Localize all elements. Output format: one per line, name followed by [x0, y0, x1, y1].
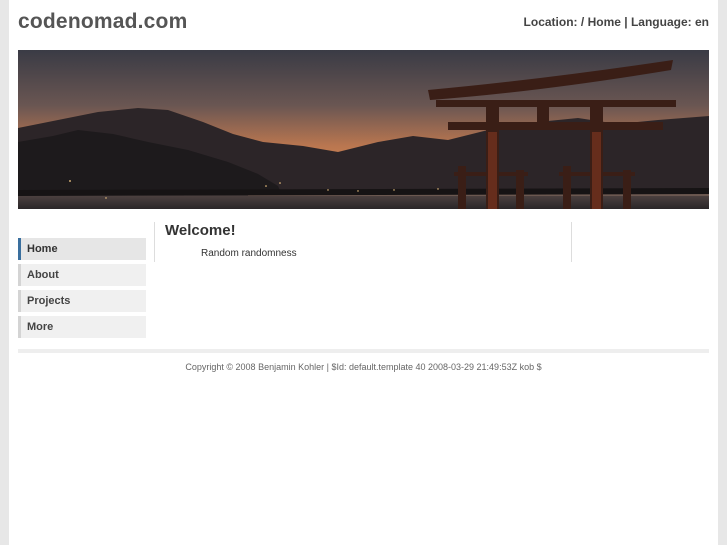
footer-copyright: Copyright © 2008 Benjamin Kohler | $Id: …: [185, 362, 542, 372]
main-content: Welcome! Random randomness: [154, 222, 572, 262]
page: codenomad.com Location: / Home | Languag…: [9, 0, 718, 545]
nav-item-about[interactable]: About: [18, 264, 146, 286]
header-divider: |: [624, 15, 628, 29]
nav-item-home[interactable]: Home: [18, 238, 146, 260]
site-title[interactable]: codenomad.com: [18, 10, 187, 34]
nav-item-more[interactable]: More: [18, 316, 146, 338]
location-home-link[interactable]: Home: [588, 15, 621, 29]
page-text: Random randomness: [201, 248, 297, 259]
page-heading: Welcome!: [165, 222, 236, 239]
language-label: Language:: [630, 15, 692, 29]
footer-divider: [18, 349, 709, 353]
nav-item-projects[interactable]: Projects: [18, 290, 146, 312]
sidebar-nav: Home About Projects More: [18, 238, 146, 342]
banner-image: [18, 50, 709, 209]
language-link[interactable]: en: [695, 15, 709, 29]
location-bar: Location: / Home | Language: en: [524, 15, 709, 29]
torii-sunset-photo: [18, 50, 709, 209]
location-label: Location:: [523, 15, 578, 29]
location-separator: /: [580, 15, 585, 29]
